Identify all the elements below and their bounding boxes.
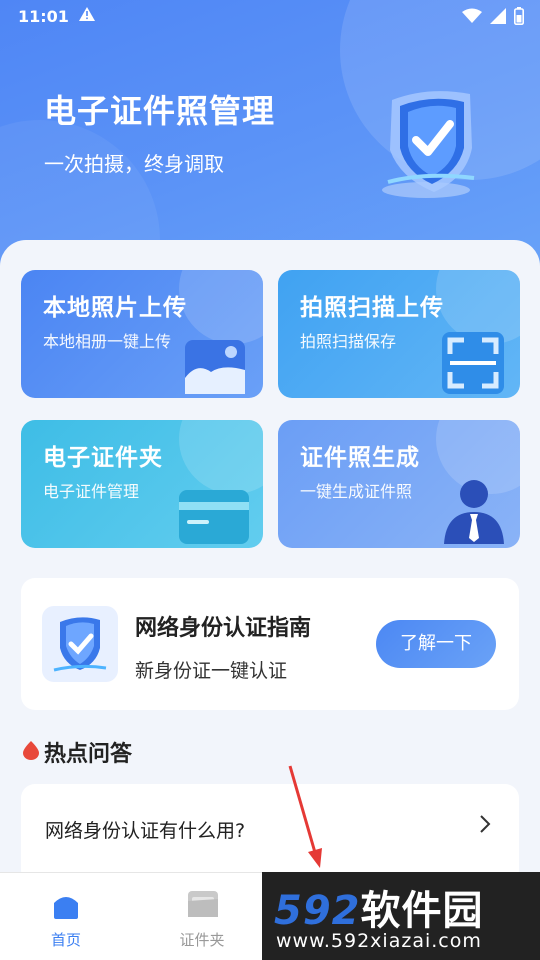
card-icon xyxy=(179,488,249,548)
page-subtitle: 一次拍摄，终身调取 xyxy=(44,152,224,176)
page-title: 电子证件照管理 xyxy=(44,92,276,130)
faq-item[interactable]: 网络身份认证有什么用? xyxy=(21,784,519,884)
tab-label: 证件夹 xyxy=(179,931,225,949)
battery-icon xyxy=(514,7,524,29)
card-title: 证件照生成 xyxy=(300,445,420,471)
card-title: 拍照扫描上传 xyxy=(300,295,444,321)
guide-subtitle: 新身份证一键认证 xyxy=(135,660,288,682)
warning-icon xyxy=(78,6,96,26)
card-id-photo-generate[interactable]: 证件照生成 一键生成证件照 xyxy=(278,420,520,548)
section-title: 热点问答 xyxy=(44,742,133,767)
watermark-number: 592 xyxy=(274,888,361,934)
card-local-upload[interactable]: 本地照片上传 本地相册一键上传 xyxy=(21,270,263,398)
wifi-icon xyxy=(462,8,482,28)
card-subtitle: 本地相册一键上传 xyxy=(43,332,172,351)
home-icon xyxy=(50,889,82,925)
status-bar: 11:01 xyxy=(0,0,540,34)
tab-label: 首页 xyxy=(50,931,81,949)
fire-drop-icon xyxy=(22,740,40,764)
watermark-logo: 592软件园 xyxy=(274,878,484,936)
hot-qa-header: 热点问答 xyxy=(22,736,132,768)
card-id-folder[interactable]: 电子证件夹 电子证件管理 xyxy=(21,420,263,548)
card-subtitle: 拍照扫描保存 xyxy=(300,332,397,351)
signal-icon xyxy=(490,8,506,28)
watermark: 592软件园 www.592xiazai.com xyxy=(262,872,540,960)
identity-guide-card: 网络身份认证指南 新身份证一键认证 了解一下 xyxy=(21,578,519,710)
card-scan-upload[interactable]: 拍照扫描上传 拍照扫描保存 xyxy=(278,270,520,398)
watermark-url: www.592xiazai.com xyxy=(276,930,482,952)
card-subtitle: 一键生成证件照 xyxy=(300,482,413,501)
guide-title: 网络身份认证指南 xyxy=(135,616,312,641)
image-icon xyxy=(183,334,247,398)
faq-question: 网络身份认证有什么用? xyxy=(45,820,246,842)
status-icons xyxy=(462,7,524,29)
shield-check-icon xyxy=(378,86,488,206)
scan-icon xyxy=(442,332,504,398)
card-title: 本地照片上传 xyxy=(43,295,187,321)
watermark-text: 软件园 xyxy=(360,888,484,934)
annotation-arrow xyxy=(280,760,330,870)
status-time: 11:01 xyxy=(18,7,69,26)
person-icon xyxy=(442,478,506,548)
card-title: 电子证件夹 xyxy=(43,445,163,471)
tab-home[interactable]: 首页 xyxy=(16,873,116,960)
tab-folder[interactable]: 证件夹 xyxy=(152,873,252,960)
learn-more-button[interactable]: 了解一下 xyxy=(376,620,496,668)
chevron-right-icon xyxy=(479,814,491,838)
folder-icon xyxy=(186,889,220,923)
shield-check-icon xyxy=(42,606,118,682)
card-subtitle: 电子证件管理 xyxy=(43,482,140,501)
